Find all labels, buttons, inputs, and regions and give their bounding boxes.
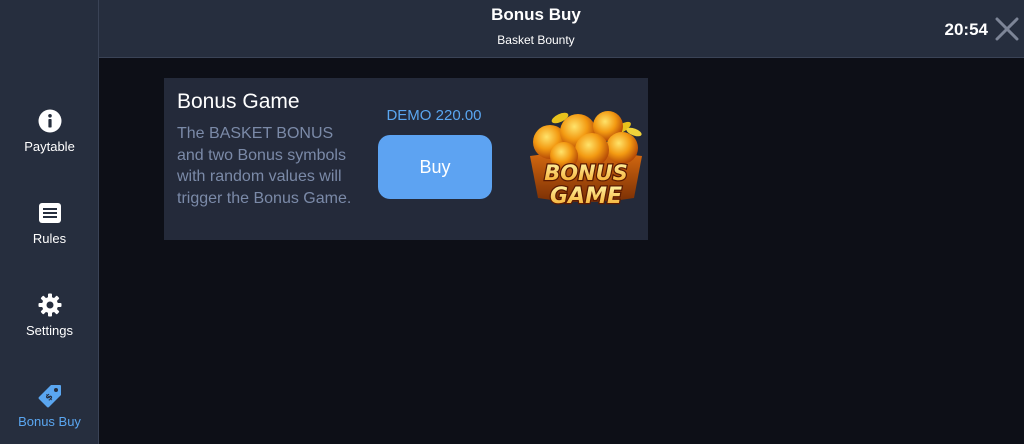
sidebar-item-paytable[interactable]: Paytable bbox=[0, 108, 99, 178]
sidebar-item-label: Rules bbox=[32, 231, 67, 246]
page-title: Bonus Buy bbox=[491, 5, 581, 24]
bonus-price: DEMO 220.00 bbox=[386, 107, 482, 124]
bonus-logo-text-line1: BONUS bbox=[544, 161, 628, 185]
top-bar: Bonus Buy Basket Bounty 20:54 bbox=[99, 0, 1024, 58]
sidebar-item-bonus-buy[interactable]: $ Bonus Buy bbox=[0, 383, 99, 444]
sidebar-item-label: Settings bbox=[26, 323, 73, 338]
game-name: Basket Bounty bbox=[497, 33, 575, 47]
close-icon bbox=[995, 17, 1019, 41]
sidebar-item-settings[interactable]: Settings bbox=[0, 292, 99, 362]
sidebar-item-label: Bonus Buy bbox=[18, 414, 81, 429]
bonus-title: Bonus Game bbox=[177, 90, 300, 113]
sidebar-item-rules[interactable]: Rules bbox=[0, 200, 99, 270]
list-icon bbox=[37, 200, 63, 226]
info-icon bbox=[37, 108, 63, 134]
sidebar: Paytable Rules Settings $ Bonus Buy bbox=[0, 0, 99, 444]
close-button[interactable] bbox=[995, 17, 1019, 41]
buy-button[interactable]: Buy bbox=[378, 135, 492, 199]
sidebar-item-label: Paytable bbox=[24, 139, 75, 154]
bonus-game-card: Bonus Game The BASKET BONUS and two Bonu… bbox=[164, 78, 648, 240]
gear-icon bbox=[37, 292, 63, 318]
bonus-game-logo: BONUS GAME bbox=[530, 111, 642, 210]
clock: 20:54 bbox=[944, 20, 988, 39]
bonus-buy-screen: Bonus Buy Basket Bounty 20:54 Paytable R… bbox=[0, 0, 1024, 444]
bonus-logo-text-line2: GAME bbox=[550, 184, 622, 209]
bonus-description: The BASKET BONUS and two Bonus symbols w… bbox=[177, 125, 352, 207]
price-tag-icon: $ bbox=[37, 383, 63, 409]
